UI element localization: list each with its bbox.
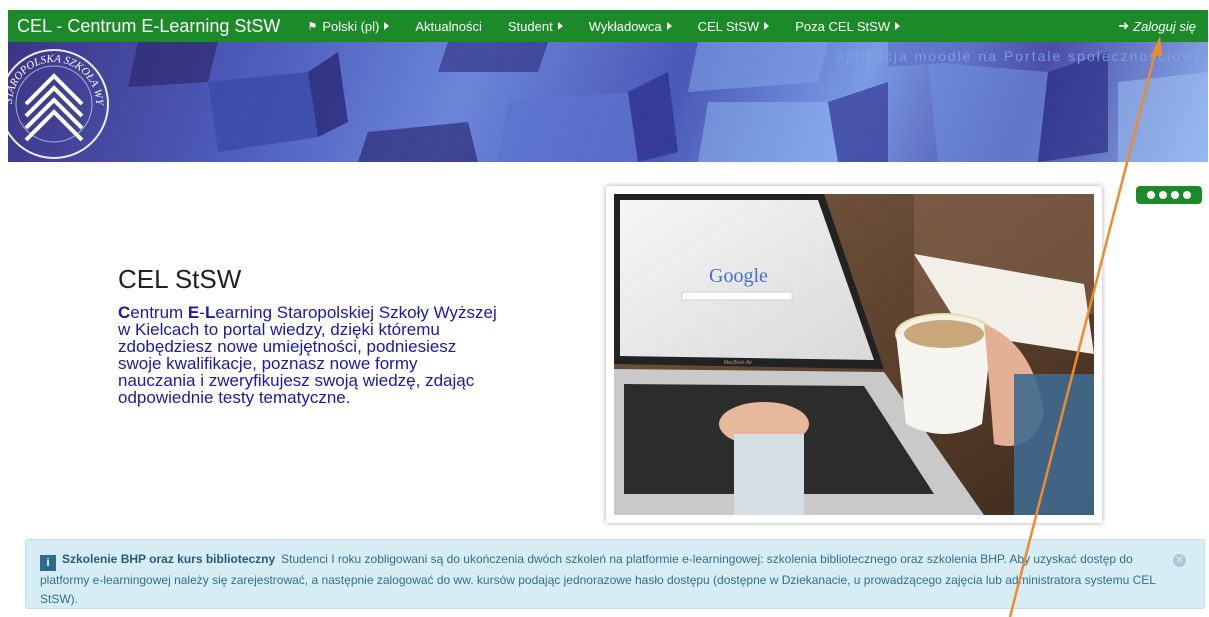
nav-lecturer[interactable]: Wykładowca	[576, 19, 685, 34]
nav-cel-stsw-label: CEL StSW	[697, 18, 760, 34]
university-seal-logo: STAROPOLSKA SZKOŁA WYŻSZA · MMI ·	[8, 42, 109, 159]
nav-lecturer-label: Wykładowca	[588, 18, 662, 34]
main-nav: ⚑ Polski (pl) Aktualności Student Wykład…	[294, 19, 913, 34]
laptop-illustration: Google MacBook Air	[614, 194, 1094, 515]
hero-title: CEL StSW	[118, 264, 242, 294]
alert-title: Szkolenie BHP oraz kurs biblioteczny	[62, 552, 276, 566]
nav-student[interactable]: Student	[495, 19, 576, 34]
caret-right-icon	[557, 22, 563, 30]
nav-student-label: Student	[507, 18, 553, 34]
hero-photo-frame: Google MacBook Air	[606, 186, 1102, 523]
info-icon: i	[40, 555, 56, 571]
laptop-photo: Google MacBook Air	[614, 194, 1094, 515]
login-link[interactable]: ➜ Zaloguj się	[1118, 18, 1208, 34]
caret-right-icon	[384, 22, 390, 30]
nav-language[interactable]: ⚑ Polski (pl)	[294, 19, 402, 34]
google-logo-text: Google	[709, 265, 768, 287]
site-brand[interactable]: CEL - Centrum E-Learning StSW	[8, 16, 294, 37]
nav-news[interactable]: Aktualności	[402, 19, 494, 34]
seal-text: STAROPOLSKA SZKOŁA WYŻSZA · MMI ·	[8, 42, 105, 107]
nav-language-label: Polski (pl)	[322, 18, 380, 34]
flag-icon: ⚑	[307, 20, 318, 33]
nav-outside-cel-label: Poza CEL StSW	[795, 18, 891, 34]
caret-right-icon	[666, 22, 672, 30]
header-banner: STAROPOLSKA SZKOŁA WYŻSZA · MMI · aplika…	[8, 42, 1208, 162]
macbook-label: MacBook Air	[724, 360, 752, 366]
nav-outside-cel[interactable]: Poza CEL StSW	[782, 19, 913, 34]
slider-dot[interactable]	[1183, 191, 1191, 199]
nav-news-label: Aktualności	[415, 18, 482, 34]
banner-caption: aplikacja moodle na Portale społeczności…	[836, 48, 1204, 64]
top-navbar: CEL - Centrum E-Learning StSW ⚑ Polski (…	[8, 10, 1208, 42]
caret-right-icon	[764, 22, 770, 30]
sign-in-icon: ➜	[1118, 18, 1130, 33]
slider-dot[interactable]	[1147, 191, 1155, 199]
close-icon[interactable]: ✕	[1173, 554, 1186, 567]
slider-dot[interactable]	[1159, 191, 1167, 199]
slider-dot[interactable]	[1171, 191, 1179, 199]
nav-cel-stsw[interactable]: CEL StSW	[685, 19, 783, 34]
slider-pagination	[1136, 186, 1202, 204]
login-label: Zaloguj się	[1133, 18, 1196, 34]
hero-description: Centrum E-Learning Staropolskiej Szkoły …	[118, 304, 498, 406]
caret-right-icon	[895, 22, 901, 30]
info-alert: i Szkolenie BHP oraz kurs biblioteczny Stu…	[25, 539, 1205, 609]
